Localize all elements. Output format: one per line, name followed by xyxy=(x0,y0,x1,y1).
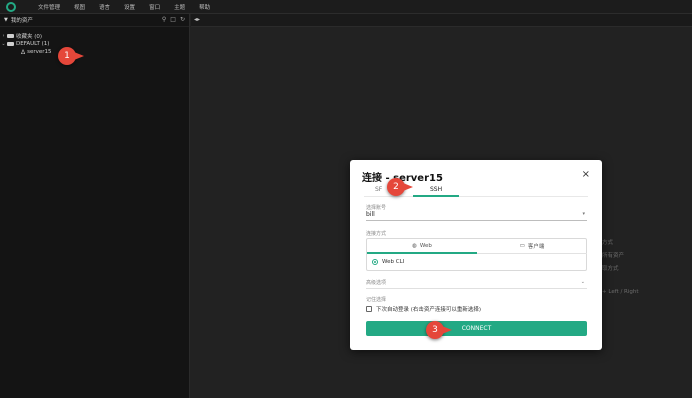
chevron-down-icon: ⌄ xyxy=(580,279,585,285)
close-icon[interactable]: × xyxy=(582,169,590,180)
folder-icon xyxy=(7,33,14,39)
main-hint-4: + Left / Right xyxy=(602,289,639,295)
method-client-tab[interactable]: ▭ 客户端 xyxy=(477,239,587,254)
account-label: 选择账号 xyxy=(366,205,387,211)
tree-item-default[interactable]: ⌄ DEFAULT (1) xyxy=(0,40,189,48)
tab-nav-arrows-icon[interactable]: ◂▸ xyxy=(194,16,200,23)
menu-settings[interactable]: 设置 xyxy=(124,3,135,11)
menu-window[interactable]: 窗口 xyxy=(149,3,160,11)
account-value: bill xyxy=(366,211,375,218)
active-tab-indicator xyxy=(413,195,459,197)
account-select[interactable]: bill ▾ xyxy=(366,211,587,221)
tab-strip: ◂▸ xyxy=(191,14,692,27)
method-label: 连接方式 xyxy=(366,231,387,237)
advanced-label: 高级选项 xyxy=(366,280,387,286)
globe-icon: ◍ xyxy=(412,242,417,249)
menu-bar: 文件管理 视图 语言 设置 窗口 主题 帮助 xyxy=(0,0,692,14)
folder-open-icon xyxy=(7,41,14,47)
app-logo-icon xyxy=(6,1,16,12)
tree-label-favorites: 收藏夹 (0) xyxy=(16,34,43,40)
sidebar-tools: ⚲ □ ↻ xyxy=(162,16,185,23)
method-client-label: 客户端 xyxy=(527,244,545,250)
tree-label-server: server15 xyxy=(27,49,52,55)
web-cli-option[interactable]: Web CLI xyxy=(372,259,404,265)
radio-selected[interactable] xyxy=(372,259,378,265)
method-box: ◍ Web ▭ 客户端 Web CLI xyxy=(366,238,587,271)
remember-option[interactable]: 下次自动登录 (右击资产连接可以重新选择) xyxy=(366,305,481,313)
chevron-right-icon: › xyxy=(2,33,5,39)
annotation-2: 2 xyxy=(387,178,413,196)
refresh-icon[interactable]: ↻ xyxy=(180,16,185,23)
tree-item-server15[interactable]: Δ server15 xyxy=(0,48,189,56)
linux-icon: Δ xyxy=(21,48,26,56)
main-hint-3: 取方式 xyxy=(602,266,619,272)
connect-button[interactable]: CONNECT xyxy=(366,321,587,336)
main-hint-2: 所有资产 xyxy=(602,253,625,259)
connect-label: CONNECT xyxy=(461,325,492,332)
collapse-icon[interactable]: □ xyxy=(170,16,176,23)
remember-checkbox[interactable] xyxy=(366,306,372,312)
sidebar: ▼ 我的资产 ⚲ □ ↻ › 收藏夹 (0) ⌄ DEFAULT (1) Δ s… xyxy=(0,14,190,398)
method-web-label: Web xyxy=(419,242,432,249)
web-cli-label: Web CLI xyxy=(382,259,405,265)
sidebar-header[interactable]: ▼ 我的资产 xyxy=(0,14,189,27)
sidebar-title: 我的资产 xyxy=(10,18,33,24)
advanced-options[interactable]: 高级选项 ⌄ xyxy=(366,279,587,289)
caret-down-icon: ▼ xyxy=(4,17,8,23)
remember-label: 记住选择 xyxy=(366,297,387,303)
menu-help[interactable]: 帮助 xyxy=(199,3,210,11)
menu-view[interactable]: 视图 xyxy=(74,3,85,11)
menu-language[interactable]: 语言 xyxy=(99,3,110,11)
method-web-tab[interactable]: ◍ Web xyxy=(367,239,477,254)
asset-tree: › 收藏夹 (0) ⌄ DEFAULT (1) Δ server15 xyxy=(0,27,189,56)
annotation-1: 1 xyxy=(58,47,84,65)
tab-ssh[interactable]: SSH xyxy=(430,186,442,193)
monitor-icon: ▭ xyxy=(519,243,525,249)
remember-text: 下次自动登录 (右击资产连接可以重新选择) xyxy=(376,307,482,313)
tab-sftp[interactable]: SF xyxy=(375,186,382,193)
menu-theme[interactable]: 主题 xyxy=(174,3,185,11)
main-hint-1: 方式 xyxy=(602,240,614,246)
search-icon[interactable]: ⚲ xyxy=(162,16,166,23)
menu-items: 文件管理 视图 语言 设置 窗口 主题 帮助 xyxy=(38,3,224,11)
annotation-3: 3 xyxy=(426,321,452,339)
chevron-down-icon: ⌄ xyxy=(1,41,6,47)
tree-label-default: DEFAULT (1) xyxy=(16,41,50,47)
tree-item-favorites[interactable]: › 收藏夹 (0) xyxy=(0,32,189,40)
menu-file[interactable]: 文件管理 xyxy=(38,3,60,11)
chevron-down-icon: ▾ xyxy=(582,211,585,217)
